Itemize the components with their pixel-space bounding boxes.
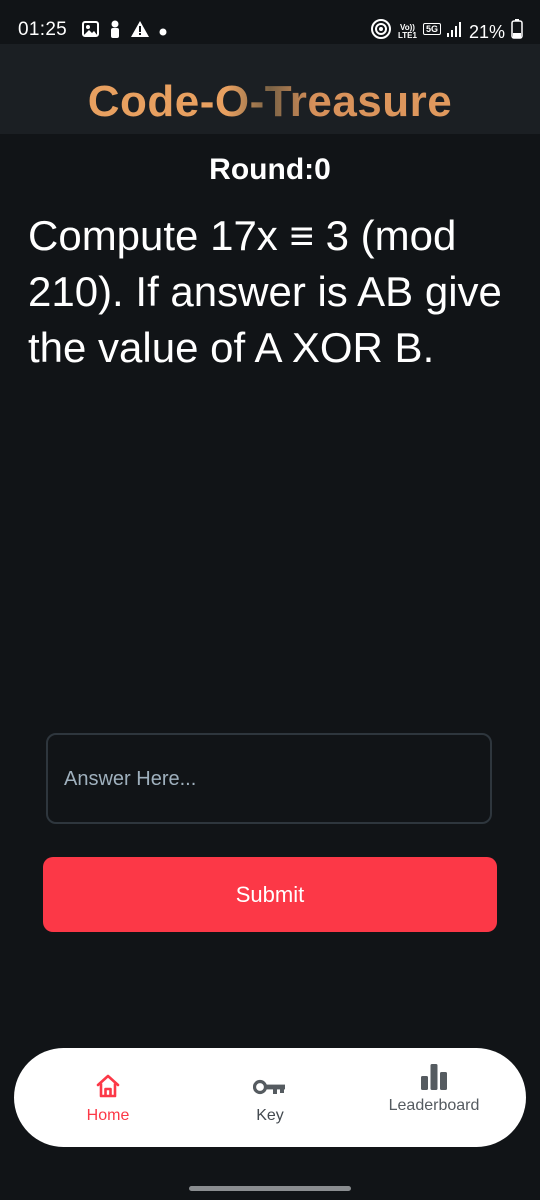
network-type: 5G (422, 22, 441, 35)
status-right-icons: Vo)) LTE1 5G 21% (370, 18, 523, 45)
warning-icon (131, 21, 149, 42)
nav-item-leaderboard[interactable]: Leaderboard (379, 1048, 489, 1147)
question-text: Compute 17x ≡ 3 (mod 210). If answer is … (28, 212, 502, 371)
bottom-navigation: Home Key Leaderboard (14, 1048, 526, 1147)
round-label: Round:0 (209, 153, 331, 186)
notification-icons (82, 20, 167, 43)
gallery-icon (82, 21, 99, 42)
submit-button[interactable]: Submit (43, 857, 497, 932)
battery-icon (511, 19, 523, 44)
nav-item-key[interactable]: Key (234, 1048, 306, 1147)
nav-item-home[interactable]: Home (72, 1048, 144, 1147)
nav-label-key: Key (256, 1107, 284, 1124)
app-title: Code-O-Treasure (0, 74, 540, 130)
volte-indicator: Vo)) LTE1 (397, 23, 417, 40)
nav-label-home: Home (86, 1107, 130, 1124)
signal-icon (446, 21, 463, 42)
dot-icon (159, 23, 167, 41)
person-icon (109, 20, 121, 43)
key-icon (252, 1078, 287, 1100)
home-icon (95, 1074, 121, 1100)
answer-input[interactable] (62, 735, 476, 824)
volte-bottom: LTE1 (397, 30, 417, 40)
status-bar: 01:25 Vo)) LTE1 5G 21% (0, 0, 540, 44)
answer-field[interactable] (46, 733, 492, 824)
nav-label-leaderboard: Leaderboard (388, 1097, 480, 1114)
leaderboard-icon (420, 1064, 448, 1092)
hotspot-icon (370, 18, 392, 45)
gesture-bar[interactable] (189, 1186, 351, 1191)
status-time: 01:25 (18, 19, 68, 40)
battery-percent: 21% (468, 21, 505, 42)
